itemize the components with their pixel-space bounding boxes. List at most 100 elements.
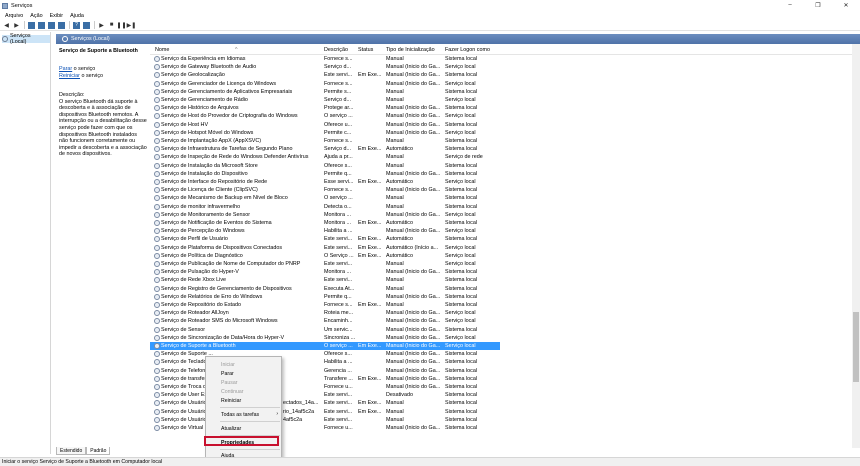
service-row[interactable]: Serviço de Suporte ... Oferece s... Manual… xyxy=(150,350,500,358)
service-row[interactable]: Serviço de Monitoramento de Sensor Monito… xyxy=(150,211,500,219)
menu-arquivo[interactable]: Arquivo xyxy=(5,13,23,19)
menu-item-todas-as-tarefas[interactable]: Todas as tarefas › xyxy=(206,410,283,419)
service-startup-type: Manual (Inicio do Ga... xyxy=(386,367,441,374)
service-row[interactable]: Serviço de Registro de Gerenciamento de … xyxy=(150,285,500,293)
service-row[interactable]: Serviço de Interface do Repositório de R… xyxy=(150,178,500,186)
properties-icon[interactable] xyxy=(83,21,90,29)
menu-exibir[interactable]: Exibir xyxy=(50,13,63,19)
menu-item-iniciar[interactable]: Iniciar xyxy=(206,360,283,369)
service-row[interactable]: Serviço de Gerenciamento de Aplicativos … xyxy=(150,88,500,96)
service-row[interactable]: Serviço de Sincronização de Data/Hora do… xyxy=(150,334,500,342)
service-row[interactable]: Serviço de Usuário ... Este servi... Em Ex… xyxy=(150,408,500,416)
service-name: Serviço de Interface do Repositório de R… xyxy=(161,179,268,185)
column-header-startup-type[interactable]: Tipo de Inicialização xyxy=(386,47,435,53)
service-row[interactable]: Serviço de Gerenciamento de Rádio Serviço… xyxy=(150,96,500,104)
gear-icon xyxy=(154,285,160,292)
show-hide-tree-icon[interactable] xyxy=(28,21,35,29)
service-description-cell: Habilita a ... xyxy=(324,359,353,366)
service-row[interactable]: Serviço de Suporte a Bluetooth O serviço … xyxy=(150,342,500,351)
service-row[interactable]: Serviço de Repositório do Estado Fornece … xyxy=(150,301,500,309)
service-row[interactable]: Serviço de Usuário ... Este servi... Em Ex… xyxy=(150,399,500,407)
service-row[interactable]: Serviço de Host HV Oferece u... Manual (In… xyxy=(150,121,500,129)
menu-item-continuar[interactable]: Continuar xyxy=(206,387,283,396)
column-header-name[interactable]: Nome xyxy=(155,47,169,53)
menu-item-atualizar[interactable]: Atualizar xyxy=(206,424,283,433)
menu-acao[interactable]: Ação xyxy=(30,13,42,19)
help-icon[interactable]: ? xyxy=(73,21,80,29)
service-row[interactable]: Serviço de Telefonia Gerencia ... Manual (… xyxy=(150,367,500,375)
service-row[interactable]: Serviço de Plataforma de Dispositivos Co… xyxy=(150,244,500,252)
service-row[interactable]: Serviço de Infraestrutura de Tarefas de … xyxy=(150,145,500,153)
service-row[interactable]: Serviço de Virtual ... Fornece u... Manual… xyxy=(150,424,500,432)
close-button[interactable]: ✕ xyxy=(832,0,860,10)
service-row[interactable]: Serviço de User Ex... Este servi... Desati… xyxy=(150,391,500,399)
service-row[interactable]: Serviço de Instalação do Dispositivo Perm… xyxy=(150,170,500,178)
refresh-icon[interactable] xyxy=(48,21,55,29)
service-description-cell: O serviço ... xyxy=(324,195,353,202)
start-service-icon[interactable]: ▶ xyxy=(98,22,105,29)
description-label: Descrição: xyxy=(59,92,85,98)
service-row[interactable]: Serviço de Roteador AllJoyn Roteia me... M… xyxy=(150,309,500,317)
service-row[interactable]: Serviço de Percepção do Windows Habilita … xyxy=(150,227,500,235)
service-row[interactable]: Serviço de Teclado ... Habilita a ... Manu… xyxy=(150,358,500,366)
column-header-status[interactable]: Status xyxy=(358,47,373,53)
service-row[interactable]: Serviço de Host do Provedor de Criptogra… xyxy=(150,112,500,120)
service-description-cell: O Serviço ... xyxy=(324,252,354,259)
forward-icon[interactable]: ▶ xyxy=(13,22,20,29)
service-row[interactable]: Serviço de Pulsação do Hyper-V Monitora .… xyxy=(150,268,500,276)
service-description-cell: Este servi... xyxy=(324,244,353,251)
back-icon[interactable]: ◀ xyxy=(3,22,10,29)
service-row[interactable]: Serviço de Instalação da Microsoft Store… xyxy=(150,162,500,170)
stop-service-link[interactable]: Parar xyxy=(59,66,72,72)
service-row[interactable]: Serviço da Experiência em Idiomas Fornece… xyxy=(150,55,500,63)
service-row[interactable]: Serviço de Gateway Bluetooth de Áudio Ser… xyxy=(150,63,500,71)
export-list-icon[interactable] xyxy=(58,21,65,29)
scrollbar-thumb[interactable] xyxy=(853,312,859,382)
service-row[interactable]: Serviço de Rede Xbox Live Este servi... Ma… xyxy=(150,276,500,284)
service-logon-as: Serviço local xyxy=(445,113,476,120)
service-status: Em Exe... xyxy=(358,179,382,185)
service-description-cell: Oferece s... xyxy=(324,162,352,169)
restart-service-link[interactable]: Reiniciar xyxy=(59,73,80,79)
service-startup-type: Manual (Inicio do Ga... xyxy=(386,359,441,366)
service-row[interactable]: Serviço de Inspeção de Rede do Windows D… xyxy=(150,153,500,161)
service-logon-as: Serviço local xyxy=(445,343,476,349)
tab-padrao[interactable]: Padrão xyxy=(86,447,111,455)
minimize-button[interactable]: – xyxy=(776,0,804,10)
column-header-logon-as[interactable]: Fazer Logon como xyxy=(445,47,490,53)
service-row[interactable]: Serviço de Roteador SMS do Microsoft Win… xyxy=(150,317,500,325)
service-row[interactable]: Serviço de Usuário ... Este servi... Manua… xyxy=(150,416,500,424)
service-row[interactable]: Serviço de Troca d... Fornece u... Manual … xyxy=(150,383,500,391)
menu-item-parar[interactable]: Parar xyxy=(206,369,283,378)
service-row[interactable]: Serviço de Perfil de Usuário Este servi..… xyxy=(150,235,500,243)
service-row[interactable]: Serviço de Relatórios de Erro do Windows… xyxy=(150,293,500,301)
service-logon-as: Sistema local xyxy=(445,195,478,202)
service-row[interactable]: Serviço de Publicação de Nome de Computa… xyxy=(150,260,500,268)
service-row[interactable]: Serviço de monitor infravermelho Detecta … xyxy=(150,203,500,211)
service-row[interactable]: Serviço de Mecanismo de Backup em Nível … xyxy=(150,194,500,202)
service-row[interactable]: Serviço de transferência ... Transfere ..… xyxy=(150,375,500,383)
column-header-description[interactable]: Descrição xyxy=(324,47,348,53)
menu-item-pausar[interactable]: Pausar xyxy=(206,378,283,387)
tab-estendido[interactable]: Estendido xyxy=(56,447,87,455)
vertical-scrollbar[interactable] xyxy=(852,44,860,448)
menu-item-reiniciar[interactable]: Reiniciar xyxy=(206,396,283,405)
service-row[interactable]: Serviço de Política de Diagnóstico O Serv… xyxy=(150,252,500,260)
service-description-cell: Serviço d... xyxy=(324,97,351,103)
stop-service-icon[interactable]: ■ xyxy=(108,22,115,29)
service-row[interactable]: Serviço de Gerenciador de Licença do Win… xyxy=(150,80,500,88)
maximize-button[interactable]: ❐ xyxy=(804,0,832,10)
tree-node-services-local[interactable]: Serviços (Local) xyxy=(2,33,50,45)
service-row[interactable]: Serviço de Geolocalização Este servi... Em… xyxy=(150,71,500,79)
service-row[interactable]: Serviço de Hotspot Móvel do Windows Permi… xyxy=(150,129,500,137)
menu-ajuda[interactable]: Ajuda xyxy=(70,13,84,19)
service-row[interactable]: Serviço de Licença de Cliente (ClipSVC) F… xyxy=(150,186,500,194)
list-view-icon[interactable] xyxy=(38,21,45,29)
service-row[interactable]: Serviço de Histórico de Arquivos Protege … xyxy=(150,104,500,112)
pause-service-icon[interactable]: ❚❚ xyxy=(116,22,126,29)
service-row[interactable]: Serviço de Implantação AppX (AppXSVC) For… xyxy=(150,137,500,145)
toolbar: ◀ ▶ ? ▶ ■ ❚❚ ▶❚ xyxy=(0,20,860,31)
restart-service-icon[interactable]: ▶❚ xyxy=(127,22,137,29)
service-row[interactable]: Serviço de Sensor Um servic... Manual (Ini… xyxy=(150,326,500,334)
service-row[interactable]: Serviço de Notificação de Eventos do Sis… xyxy=(150,219,500,227)
